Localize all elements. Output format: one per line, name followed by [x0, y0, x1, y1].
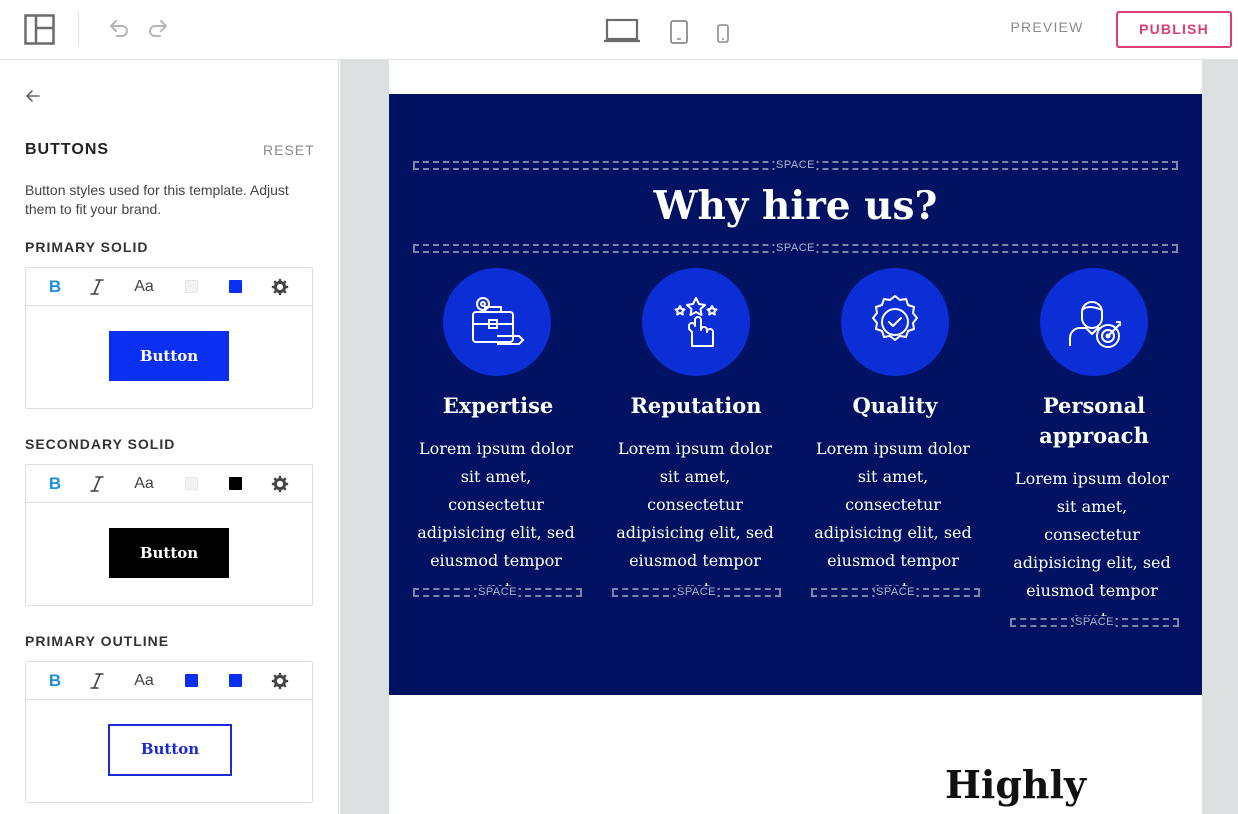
text-color-swatch[interactable]: [185, 280, 198, 293]
secondary-solid-sample-button[interactable]: Button: [109, 528, 229, 578]
background-color-swatch[interactable]: [229, 280, 242, 293]
italic-icon[interactable]: [88, 474, 106, 494]
feature-icon-circle[interactable]: [1040, 268, 1148, 376]
background-color-swatch[interactable]: [229, 477, 242, 490]
back-arrow-icon[interactable]: [24, 87, 42, 105]
feature-icon-circle[interactable]: [642, 268, 750, 376]
feature-title[interactable]: Expertise: [413, 391, 583, 421]
group-label-primary-outline: PRIMARY OUTLINE: [25, 633, 170, 649]
text-color-swatch[interactable]: [185, 674, 198, 687]
bold-toggle[interactable]: B: [46, 474, 64, 494]
feature-icon-circle[interactable]: [443, 268, 551, 376]
reset-button[interactable]: RESET: [263, 142, 315, 158]
button-preview-area: Button: [26, 503, 312, 605]
style-toolbar: B Aa: [26, 268, 312, 306]
style-toolbar: B Aa: [26, 465, 312, 503]
feature-title[interactable]: Reputation: [611, 391, 781, 421]
briefcase-icon: [472, 297, 525, 345]
background-color-swatch[interactable]: [229, 674, 242, 687]
gear-icon[interactable]: [271, 474, 289, 494]
space-label: SPACE: [675, 586, 718, 599]
group-label-primary-solid: PRIMARY SOLID: [25, 239, 149, 255]
group-label-secondary-solid: SECONDARY SOLID: [25, 436, 176, 452]
person-target-icon: [1069, 301, 1121, 348]
next-section-heading[interactable]: Highly: [945, 762, 1086, 807]
primary-solid-sample-button[interactable]: Button: [109, 331, 229, 381]
space-block[interactable]: SPACE: [612, 586, 781, 599]
bold-toggle[interactable]: B: [46, 671, 64, 691]
panel-title: BUTTONS: [25, 141, 110, 158]
space-label: SPACE: [774, 242, 817, 255]
preview-button[interactable]: PREVIEW: [1002, 19, 1092, 39]
desktop-icon[interactable]: [603, 18, 641, 44]
space-block[interactable]: SPACE: [1010, 616, 1179, 629]
feature-text[interactable]: Lorem ipsum dolor sit amet, consectetur …: [1007, 465, 1177, 633]
primary-outline-sample-button[interactable]: Button: [108, 724, 232, 776]
quality-badge-icon: [872, 295, 918, 341]
button-styles-panel: BUTTONS RESET Button styles used for thi…: [0, 60, 339, 814]
tablet-icon[interactable]: [668, 20, 690, 44]
gear-icon[interactable]: [271, 671, 289, 691]
why-hire-us-section[interactable]: SPACE Why hire us? SPACE Expertise Lorem…: [389, 94, 1202, 695]
primary-solid-editor: B Aa Button: [25, 267, 313, 409]
section-heading[interactable]: Why hire us?: [389, 183, 1202, 229]
publish-button[interactable]: PUBLISH: [1116, 11, 1232, 48]
space-block[interactable]: SPACE: [811, 586, 980, 599]
italic-icon[interactable]: [88, 671, 106, 691]
text-color-swatch[interactable]: [185, 477, 198, 490]
page-preview: SPACE Why hire us? SPACE Expertise Lorem…: [389, 60, 1202, 814]
feature-text[interactable]: Lorem ipsum dolor sit amet, consectetur …: [610, 435, 780, 603]
style-toolbar: B Aa: [26, 662, 312, 700]
space-label: SPACE: [774, 159, 817, 172]
mobile-icon[interactable]: [715, 24, 731, 44]
space-label: SPACE: [1073, 616, 1116, 629]
editor-canvas: SPACE Why hire us? SPACE Expertise Lorem…: [340, 60, 1238, 814]
gear-icon[interactable]: [271, 277, 289, 297]
feature-text[interactable]: Lorem ipsum dolor sit amet, consectetur …: [411, 435, 581, 603]
primary-outline-editor: B Aa Button: [25, 661, 313, 803]
bold-toggle[interactable]: B: [46, 277, 64, 297]
button-preview-area: Button: [26, 306, 312, 408]
layout-icon[interactable]: [24, 14, 55, 45]
font-size-control[interactable]: Aa: [132, 671, 156, 691]
italic-icon[interactable]: [88, 277, 106, 297]
top-toolbar: PREVIEW PUBLISH: [0, 0, 1238, 60]
feature-icon-circle[interactable]: [841, 268, 949, 376]
space-block[interactable]: SPACE: [413, 586, 582, 599]
space-label: SPACE: [874, 586, 917, 599]
space-block[interactable]: SPACE: [413, 242, 1178, 255]
feature-text[interactable]: Lorem ipsum dolor sit amet, consectetur …: [808, 435, 978, 603]
panel-description: Button styles used for this template. Ad…: [25, 182, 289, 217]
stars-hand-icon: [674, 297, 718, 347]
font-size-control[interactable]: Aa: [132, 474, 156, 494]
secondary-solid-editor: B Aa Button: [25, 464, 313, 606]
undo-icon[interactable]: [107, 17, 131, 41]
font-size-control[interactable]: Aa: [132, 277, 156, 297]
feature-title[interactable]: Personal approach: [1009, 391, 1179, 451]
toolbar-divider: [78, 12, 79, 46]
button-preview-area: Button: [26, 700, 312, 802]
space-label: SPACE: [476, 586, 519, 599]
redo-icon[interactable]: [146, 17, 170, 41]
feature-title[interactable]: Quality: [810, 391, 980, 421]
space-block[interactable]: SPACE: [413, 159, 1178, 172]
